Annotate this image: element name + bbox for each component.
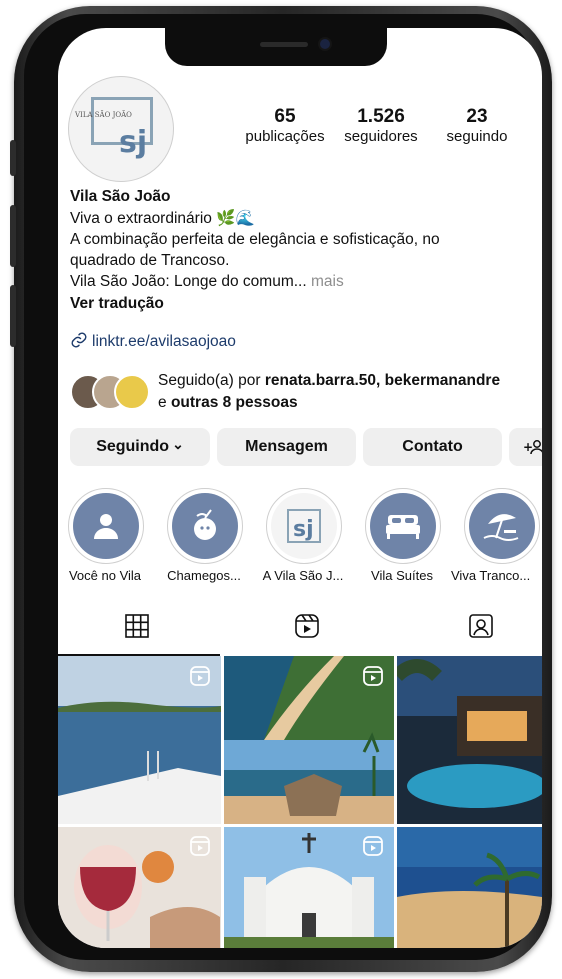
highlight-cover-5 [469, 493, 535, 559]
speaker-grille [260, 42, 308, 47]
bio-line-1: Viva o extraordinário 🌿🌊 [70, 208, 255, 229]
coconut-drink-icon [194, 509, 216, 540]
bed-icon [386, 515, 420, 539]
followed-by-and: e [158, 394, 167, 411]
add-person-icon: + [523, 440, 542, 455]
following-button[interactable]: Seguindo ⌄ [70, 428, 210, 466]
reels-icon[interactable] [294, 613, 320, 639]
highlight-vila-suites[interactable] [365, 488, 441, 564]
grid-icon[interactable] [124, 613, 150, 639]
bio-line-2: A combinação perfeita de elegância e sof… [70, 231, 440, 248]
beach-umbrella-icon [483, 514, 519, 541]
highlight-label: A Vila São J... [262, 568, 344, 583]
stat-followers[interactable]: 1.526 seguidores [333, 106, 429, 145]
following-count: 23 [466, 106, 488, 127]
tagged-icon[interactable] [468, 613, 494, 639]
reel-indicator-icon [190, 666, 210, 686]
stat-posts[interactable]: 65 publicações [240, 106, 330, 145]
posts-count: 65 [274, 106, 296, 127]
following-label: seguindo [446, 128, 508, 145]
highlight-chamegos[interactable] [167, 488, 243, 564]
followed-by-others: outras 8 pessoas [170, 394, 298, 411]
stat-following[interactable]: 23 seguindo [434, 106, 520, 145]
link-icon [71, 332, 87, 348]
profile-name: Vila São João [70, 188, 171, 205]
post-beach-palm[interactable] [397, 827, 542, 948]
person-icon [94, 514, 118, 539]
bio-line-4: Vila São João: Longe do comum... mais [70, 271, 344, 292]
followers-label: seguidores [344, 128, 418, 145]
highlight-viva-trancoso[interactable] [464, 488, 540, 564]
see-translation-link[interactable]: Ver tradução [70, 293, 164, 314]
volume-up-button [10, 205, 16, 267]
svg-text:sj: sj [293, 517, 314, 542]
highlight-cover-4 [370, 493, 436, 559]
contact-button[interactable]: Contato [363, 428, 502, 466]
followers-count: 1.526 [357, 106, 405, 127]
bio-link-text: linktr.ee/avilasaojoao [92, 333, 236, 350]
followed-by-line-1[interactable]: Seguido(a) por renata.barra.50, bekerman… [158, 370, 500, 391]
profile-avatar[interactable]: VILA SÃO JOÃO sj [68, 76, 174, 182]
more-link[interactable]: mais [311, 273, 344, 290]
highlight-a-vila-sao-joao[interactable]: sj [266, 488, 342, 564]
highlight-voce-no-vila[interactable] [68, 488, 144, 564]
posts-label: publicações [245, 128, 325, 145]
highlight-cover-1 [73, 493, 139, 559]
highlight-cover-2 [172, 493, 238, 559]
followed-by-line-2[interactable]: e outras 8 pessoas [158, 392, 298, 413]
highlight-label: Chamegos... [167, 568, 241, 583]
highlight-label: Você no Vila [68, 568, 142, 583]
volume-down-button [10, 285, 16, 347]
reel-indicator-icon [363, 666, 383, 686]
bio-text-1: Viva o extraordinário [70, 210, 212, 227]
logo-mark: sj [119, 125, 148, 160]
chevron-down-icon: ⌄ [172, 435, 184, 452]
silent-switch [10, 140, 16, 176]
suggest-people-button[interactable]: + [509, 428, 542, 466]
sj-logo-icon: sj [287, 509, 321, 543]
bio-line-3: quadrado de Trancoso. [70, 252, 230, 269]
reel-indicator-icon [190, 836, 210, 856]
logo-text: VILA SÃO JOÃO [75, 111, 132, 119]
bio-text-4: Vila São João: Longe do comum... [70, 273, 307, 290]
mutual-followers-avatars[interactable] [70, 372, 160, 410]
notch [165, 28, 387, 66]
instagram-profile-screen: VILA SÃO JOÃO sj 65 publicações 1.526 se… [58, 28, 542, 948]
bio-emojis: 🌿🌊 [216, 210, 255, 227]
highlight-label: Vila Suítes [371, 568, 433, 583]
post-pool-night[interactable] [397, 656, 542, 824]
followed-by-prefix: Seguido(a) por [158, 372, 261, 389]
bio-link[interactable]: linktr.ee/avilasaojoao [70, 331, 236, 352]
front-camera [320, 39, 330, 49]
follower-avatar-3 [114, 374, 150, 410]
message-button[interactable]: Mensagem [217, 428, 356, 466]
reel-indicator-icon [363, 836, 383, 856]
highlight-cover-3: sj [271, 493, 337, 559]
highlight-label: Viva Tranco... [451, 568, 531, 583]
followed-by-users: renata.barra.50, bekermanandre [264, 372, 501, 389]
following-label: Seguindo [96, 438, 170, 455]
